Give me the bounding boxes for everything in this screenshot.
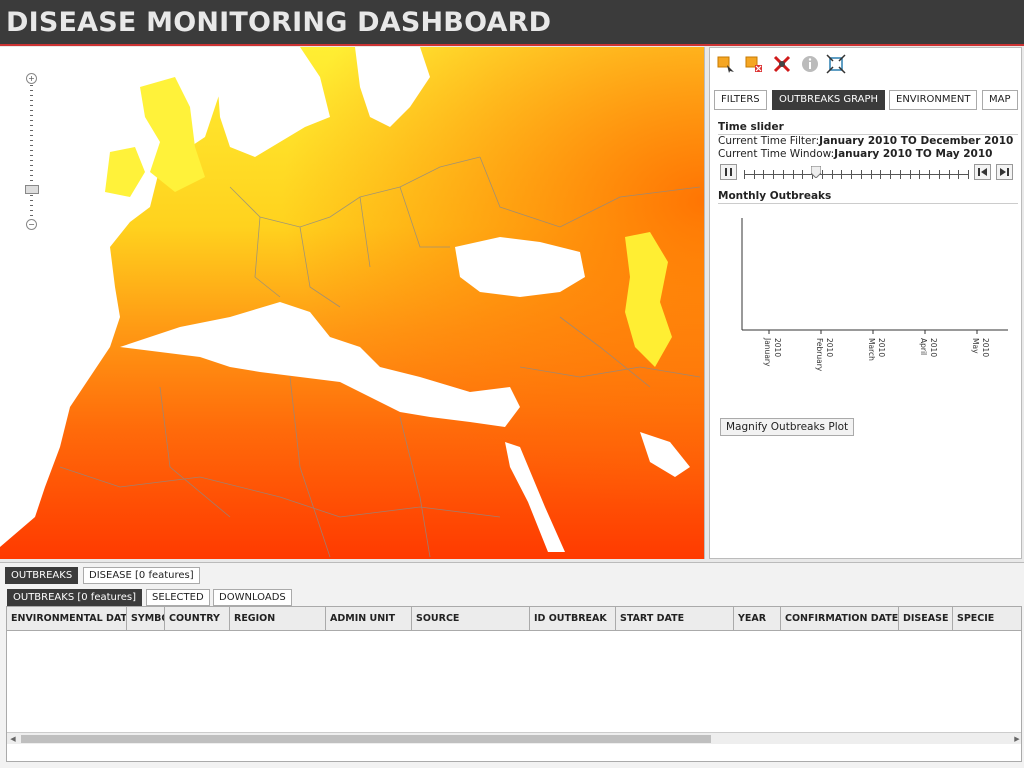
- slider-tick: [899, 170, 901, 179]
- pause-button[interactable]: [720, 164, 737, 180]
- slider-tick: [841, 170, 843, 179]
- column-start-date[interactable]: START DATE: [616, 607, 734, 631]
- zoom-extent-icon[interactable]: [826, 54, 846, 74]
- slider-tick: [773, 170, 775, 179]
- slider-tick: [938, 170, 940, 179]
- slider-tick: [890, 170, 892, 179]
- slider-tick: [968, 170, 969, 179]
- column-admin-unit[interactable]: ADMIN UNIT: [326, 607, 412, 631]
- select-feature-icon[interactable]: [716, 54, 736, 74]
- bottom-panel: OUTBREAKS DISEASE [0 features] OUTBREAKS…: [0, 562, 1024, 768]
- x-tick-label: April: [919, 338, 928, 355]
- x-tick-label: 2010: [929, 338, 938, 357]
- zoom-slider-track[interactable]: [30, 85, 33, 219]
- column-source[interactable]: SOURCE: [412, 607, 530, 631]
- info-icon[interactable]: [800, 54, 820, 74]
- divider: [718, 203, 1018, 204]
- time-slider-track[interactable]: [744, 174, 968, 175]
- map-view[interactable]: + −: [0, 47, 705, 559]
- x-tick-label: 2010: [981, 338, 990, 357]
- column-confirmation-date[interactable]: CONFIRMATION DATE: [781, 607, 899, 631]
- column-specie[interactable]: SPECIE: [953, 607, 1021, 631]
- slider-tick: [919, 170, 921, 179]
- column-symbol[interactable]: SYMBOL: [127, 607, 165, 631]
- column-id-outbreak[interactable]: ID OUTBREAK: [530, 607, 616, 631]
- slider-tick: [929, 170, 931, 179]
- column-country[interactable]: COUNTRY: [165, 607, 230, 631]
- step-forward-button[interactable]: [996, 164, 1013, 180]
- time-window-line: Current Time Window:January 2010 TO May …: [718, 148, 992, 160]
- slider-tick: [792, 170, 794, 179]
- x-tick-label: March: [867, 338, 876, 361]
- slider-tick: [860, 170, 862, 179]
- subtab-outbreaks[interactable]: OUTBREAKS [0 features]: [7, 589, 143, 606]
- column-year[interactable]: YEAR: [734, 607, 781, 631]
- slider-tick: [782, 170, 784, 179]
- zoom-control[interactable]: + −: [25, 73, 39, 230]
- slider-tick: [763, 170, 765, 179]
- scrollbar-thumb[interactable]: [21, 735, 711, 743]
- horizontal-scrollbar[interactable]: ◀ ▶: [7, 732, 1021, 744]
- zoom-slider-thumb[interactable]: [25, 185, 39, 194]
- monthly-outbreaks-title: Monthly Outbreaks: [718, 190, 832, 202]
- x-tick-label: May: [971, 338, 980, 354]
- slider-tick: [744, 170, 745, 179]
- zoom-in-icon[interactable]: +: [26, 73, 37, 84]
- tab-filters[interactable]: FILTERS: [714, 90, 767, 110]
- x-tick-label: February: [815, 338, 824, 372]
- app-header: DISEASE MONITORING DASHBOARD: [0, 0, 1024, 46]
- column-region[interactable]: REGION: [230, 607, 326, 631]
- tab-outbreaks[interactable]: OUTBREAKS: [5, 567, 79, 584]
- slider-tick: [753, 170, 755, 179]
- tab-map[interactable]: MAP: [982, 90, 1018, 110]
- time-window-value: January 2010 TO May 2010: [834, 148, 993, 160]
- subtab-downloads[interactable]: DOWNLOADS: [213, 589, 292, 606]
- subtab-selected[interactable]: SELECTED: [146, 589, 210, 606]
- clear-selection-icon[interactable]: [744, 54, 764, 74]
- magnify-plot-button[interactable]: Magnify Outbreaks Plot: [720, 418, 855, 436]
- column-disease[interactable]: DISEASE: [899, 607, 953, 631]
- slider-tick: [831, 170, 833, 179]
- table-header: ENVIRONMENTAL DATA SYMBOL COUNTRY REGION…: [7, 607, 1021, 631]
- heatmap-layer[interactable]: [0, 47, 705, 559]
- time-slider-thumb[interactable]: [810, 165, 822, 179]
- tab-outbreaks-graph[interactable]: OUTBREAKS GRAPH: [772, 90, 886, 110]
- slider-tick: [958, 170, 960, 179]
- time-filter-line: Current Time Filter:January 2010 TO Dece…: [718, 135, 1013, 147]
- time-filter-value: January 2010 TO December 2010: [819, 135, 1014, 147]
- zoom-out-icon[interactable]: −: [26, 219, 37, 230]
- time-filter-label: Current Time Filter:: [718, 135, 820, 147]
- scroll-right-icon[interactable]: ▶: [1012, 734, 1021, 744]
- tab-environment[interactable]: ENVIRONMENT: [889, 90, 978, 110]
- app-title: DISEASE MONITORING DASHBOARD: [6, 7, 552, 38]
- x-tick-label: January: [763, 337, 772, 367]
- remove-icon[interactable]: [772, 54, 792, 74]
- x-tick-label: 2010: [773, 338, 782, 357]
- slider-tick: [851, 170, 853, 179]
- outbreaks-table: ENVIRONMENTAL DATA SYMBOL COUNTRY REGION…: [6, 606, 1022, 762]
- slider-tick: [880, 170, 882, 179]
- outbreaks-chart: January 2010 February 2010 March 2010 April 201…: [741, 218, 1008, 372]
- side-panel: FILTERS OUTBREAKS GRAPH ENVIRONMENT MAP …: [709, 47, 1022, 559]
- time-slider-title: Time slider: [718, 121, 784, 133]
- time-window-label: Current Time Window:: [718, 148, 835, 160]
- slider-tick: [909, 170, 911, 179]
- column-environmental-data[interactable]: ENVIRONMENTAL DATA: [7, 607, 127, 631]
- x-tick-label: 2010: [877, 338, 886, 357]
- step-back-button[interactable]: [974, 164, 991, 180]
- scroll-left-icon[interactable]: ◀: [8, 734, 18, 744]
- slider-tick: [870, 170, 872, 179]
- tab-disease[interactable]: DISEASE [0 features]: [83, 567, 200, 584]
- x-tick-label: 2010: [825, 338, 834, 357]
- slider-tick: [821, 170, 823, 179]
- slider-tick: [802, 170, 804, 179]
- slider-tick: [948, 170, 950, 179]
